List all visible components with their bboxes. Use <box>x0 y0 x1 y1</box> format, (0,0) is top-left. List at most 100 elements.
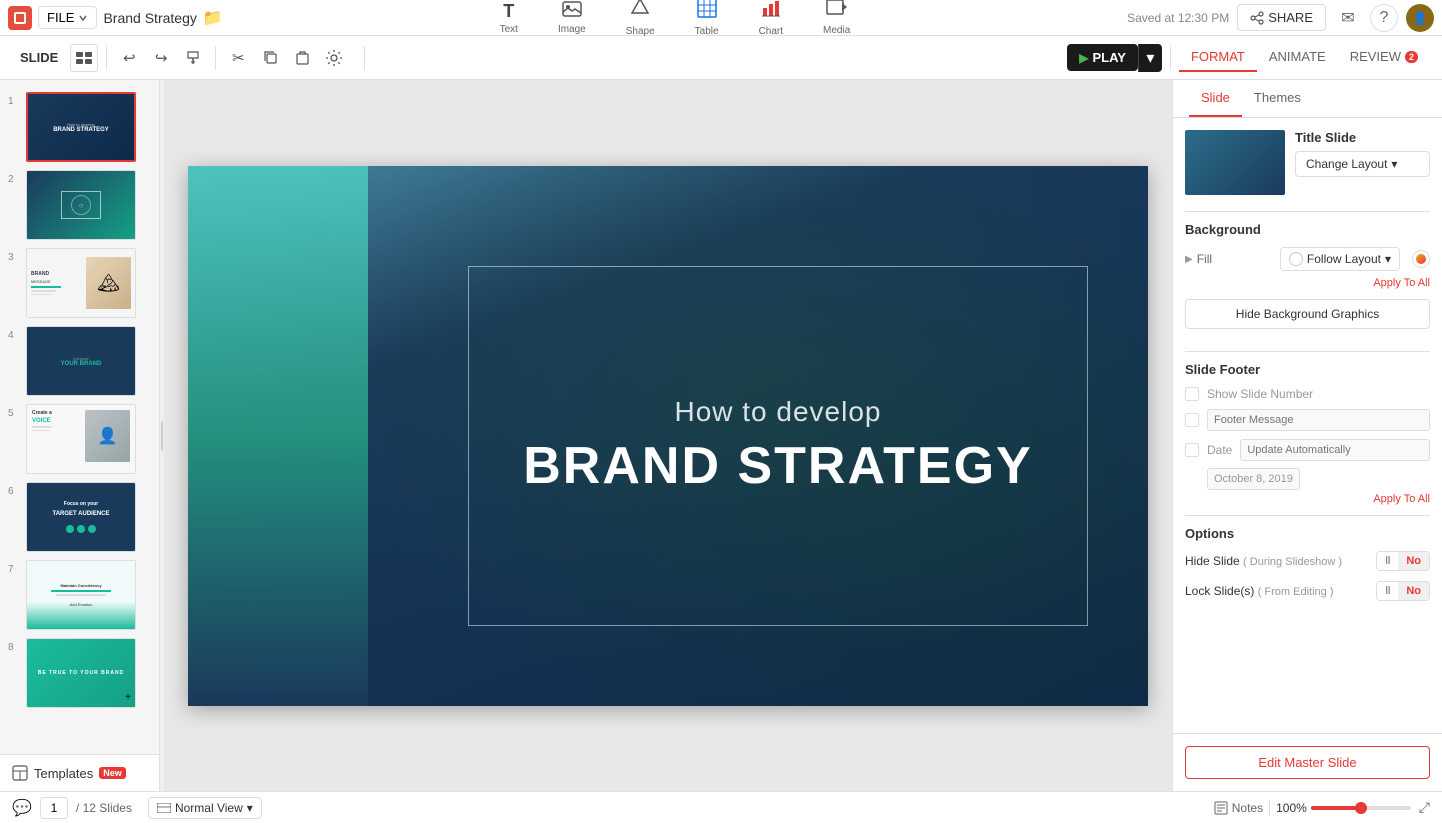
play-dropdown-button[interactable]: ▾ <box>1138 44 1162 72</box>
apply-to-all-2[interactable]: Apply To All <box>1185 493 1430 505</box>
media-tool[interactable]: Media <box>815 0 858 40</box>
slide-item[interactable]: 4 Integrate YOUR BRAND <box>0 322 159 400</box>
cut-button[interactable]: ✂ <box>224 44 252 72</box>
lock-slide-toggle[interactable]: ll No <box>1376 581 1430 601</box>
lock-slide-toggle-off[interactable]: No <box>1398 582 1429 600</box>
slide-number: 8 <box>8 642 20 653</box>
date-input[interactable] <box>1240 439 1430 461</box>
slide-item[interactable]: 2 ○ <box>0 166 159 244</box>
slide-item[interactable]: 1 How to develop BRAND STRATEGY <box>0 88 159 166</box>
fill-label: ▶ Fill <box>1185 252 1212 266</box>
hide-slide-toggle[interactable]: ll No <box>1376 551 1430 571</box>
slide-subtitle: How to develop <box>674 396 881 428</box>
copy-button[interactable] <box>256 44 284 72</box>
change-layout-button[interactable]: Change Layout ▾ <box>1295 151 1430 177</box>
zoom-thumb[interactable] <box>1355 802 1367 814</box>
notes-icon <box>1214 801 1228 815</box>
new-badge: New <box>99 767 126 779</box>
bottom-bar: 💬 / 12 Slides Normal View ▾ Notes 100% ⤢ <box>0 791 1442 823</box>
tab-animate[interactable]: ANIMATE <box>1257 43 1338 72</box>
page-number-input[interactable] <box>40 797 68 819</box>
footer-message-input[interactable] <box>1207 409 1430 431</box>
slide-number: 2 <box>8 174 20 185</box>
chat-button[interactable]: 💬 <box>12 798 32 818</box>
shape-tool[interactable]: Shape <box>618 0 663 41</box>
slide-thumbnail: Create a VOICE 👤 <box>26 404 136 474</box>
hide-slide-toggle-on[interactable]: ll <box>1377 552 1398 570</box>
slide-icon-button[interactable] <box>70 44 98 72</box>
edit-master-slide-button[interactable]: Edit Master Slide <box>1185 746 1430 779</box>
slide-list: 1 How to develop BRAND STRATEGY 2 ○ <box>0 80 159 754</box>
fit-button[interactable]: ⤢ <box>1419 799 1430 816</box>
home-button[interactable] <box>8 6 32 30</box>
fill-dropdown[interactable]: Follow Layout ▾ <box>1280 247 1400 271</box>
file-menu-button[interactable]: FILE <box>38 6 97 29</box>
zoom-slider[interactable] <box>1311 806 1411 810</box>
share-button[interactable]: SHARE <box>1237 4 1326 31</box>
slide-number: 7 <box>8 564 20 575</box>
play-label: PLAY <box>1092 50 1125 65</box>
teal-gradient <box>188 166 368 706</box>
avatar[interactable]: 👤 <box>1406 4 1434 32</box>
settings-button[interactable] <box>320 44 348 72</box>
hide-background-graphics-button[interactable]: Hide Background Graphics <box>1185 299 1430 329</box>
paint-format-button[interactable] <box>179 44 207 72</box>
slide-item[interactable]: 8 BE TRUE TO YOUR BRAND + <box>0 634 159 712</box>
fill-color-button[interactable] <box>1412 250 1430 268</box>
top-bar-left: FILE Brand Strategy 📁 <box>8 6 223 30</box>
slide-number: 3 <box>8 252 20 263</box>
lock-slide-row: Lock Slide(s) ( From Editing ) ll No <box>1185 581 1430 601</box>
date-label: Date <box>1207 443 1232 457</box>
undo-button[interactable]: ↩ <box>115 44 143 72</box>
share-icon <box>1250 11 1264 25</box>
lock-slide-toggle-on[interactable]: ll <box>1377 582 1398 600</box>
slide-canvas[interactable]: How to develop BRAND STRATEGY <box>188 166 1148 706</box>
image-tool[interactable]: Image <box>550 0 594 39</box>
right-panel-content: Title Slide Change Layout ▾ Background ▶… <box>1173 118 1442 733</box>
slide-item[interactable]: 7 Maintain Consistency Add Emotion <box>0 556 159 634</box>
paint-format-icon <box>185 50 201 66</box>
help-button[interactable]: ? <box>1370 4 1398 32</box>
hide-slide-row: Hide Slide ( During Slideshow ) ll No <box>1185 551 1430 571</box>
fill-color-swatch <box>1289 252 1303 266</box>
apply-to-all-1[interactable]: Apply To All <box>1185 277 1430 289</box>
paste-button[interactable] <box>288 44 316 72</box>
zoom-percent: 100% <box>1276 801 1307 815</box>
slide-footer-section-title: Slide Footer <box>1185 362 1430 377</box>
date-checkbox[interactable] <box>1185 443 1199 457</box>
text-tool[interactable]: T Text <box>492 0 526 39</box>
notes-button[interactable]: Notes <box>1214 801 1263 815</box>
slide-number: 4 <box>8 330 20 341</box>
media-label: Media <box>823 25 850 36</box>
share-label: SHARE <box>1268 10 1313 25</box>
templates-button[interactable]: Templates New <box>0 754 159 791</box>
slide-item[interactable]: 5 Create a VOICE 👤 <box>0 400 159 478</box>
table-tool[interactable]: Table <box>687 0 727 41</box>
tab-slide[interactable]: Slide <box>1189 80 1242 117</box>
slide-item[interactable]: 6 Focus on your TARGET AUDIENCE <box>0 478 159 556</box>
footer-message-checkbox[interactable] <box>1185 413 1199 427</box>
show-slide-number-checkbox[interactable] <box>1185 387 1199 401</box>
tab-format[interactable]: FORMAT <box>1179 43 1257 72</box>
settings-icon <box>325 49 343 67</box>
divider <box>1185 351 1430 352</box>
slide-item[interactable]: 3 BRAND MESSAGE 🏔 <box>0 244 159 322</box>
view-icon <box>157 803 171 813</box>
slide-content-box[interactable]: How to develop BRAND STRATEGY <box>468 266 1088 626</box>
hide-slide-toggle-off[interactable]: No <box>1398 552 1429 570</box>
play-button[interactable]: ▶ PLAY <box>1067 44 1138 71</box>
redo-button[interactable]: ↪ <box>147 44 175 72</box>
slide-preview-section: Title Slide Change Layout ▾ <box>1185 130 1430 195</box>
view-chevron: ▾ <box>247 801 253 815</box>
document-title: Brand Strategy <box>103 10 196 26</box>
divider <box>1185 211 1430 212</box>
slide-panel: 1 How to develop BRAND STRATEGY 2 ○ <box>0 80 160 791</box>
date-value: October 8, 2019 <box>1207 468 1300 490</box>
chart-tool[interactable]: Chart <box>751 0 791 41</box>
shape-icon <box>630 0 650 24</box>
tab-review[interactable]: REVIEW 2 <box>1338 43 1430 72</box>
notification-button[interactable]: ✉ <box>1334 4 1362 32</box>
play-button-group[interactable]: ▶ PLAY ▾ <box>1067 44 1162 72</box>
tab-themes[interactable]: Themes <box>1242 80 1313 117</box>
view-button[interactable]: Normal View ▾ <box>148 797 262 819</box>
